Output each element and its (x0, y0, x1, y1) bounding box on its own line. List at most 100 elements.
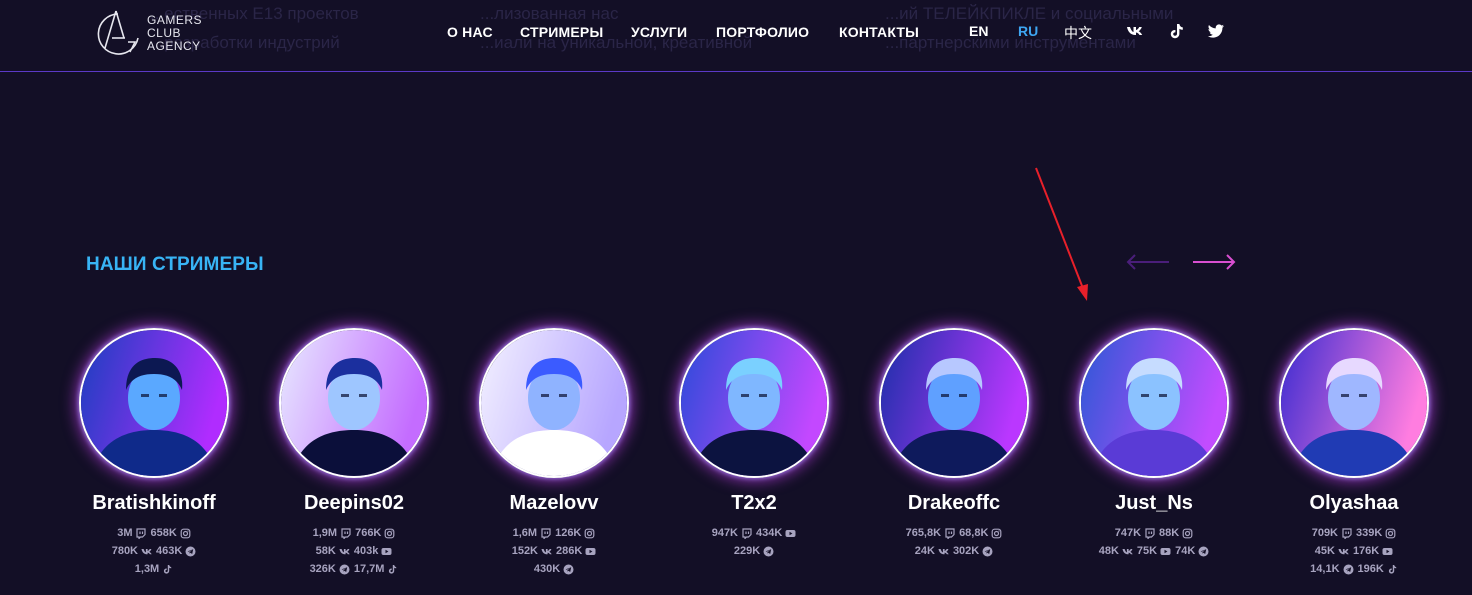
avatar[interactable] (679, 328, 829, 478)
telegram-icon[interactable] (1198, 546, 1209, 557)
stat-value: 339K (1356, 527, 1383, 539)
instagram-icon[interactable] (584, 528, 595, 539)
streamer-name[interactable]: Bratishkinoff (54, 492, 254, 515)
streamer-card[interactable]: T2x2 947K 434K 229K (654, 328, 854, 588)
vk-icon[interactable] (1122, 546, 1133, 557)
avatar[interactable] (1279, 328, 1429, 478)
avatar[interactable] (79, 328, 229, 478)
twitch-icon[interactable] (1144, 527, 1155, 539)
stat-row: 765,8K 68,8K (854, 524, 1054, 542)
streamer-stats: 1,9M 766K 58K 403k 326K 17,7M (254, 524, 454, 578)
youtube-icon[interactable] (1382, 546, 1393, 557)
lang-en[interactable]: EN (969, 23, 988, 39)
avatar[interactable] (1079, 328, 1229, 478)
stat-value: 126K (555, 527, 582, 539)
stat-value: 229K (733, 545, 761, 557)
stat-value: 434K (756, 527, 783, 539)
stat-item: 74K (1175, 545, 1209, 557)
avatar-photo-icon (281, 330, 427, 476)
tiktok-icon[interactable] (1387, 564, 1398, 575)
stat-item: 709K (1312, 527, 1352, 539)
tiktok-icon[interactable] (387, 564, 398, 575)
nav-portfolio[interactable]: ПОРТФОЛИО (716, 24, 809, 40)
twitch-icon[interactable] (540, 527, 551, 539)
streamer-stats: 947K 434K 229K (654, 524, 854, 560)
streamer-stats: 3M 658K 780K 463K 1,3M (54, 524, 254, 578)
stat-item: 403k (354, 545, 392, 557)
streamer-name[interactable]: Deepins02 (254, 492, 454, 515)
tiktok-icon[interactable] (1166, 21, 1186, 41)
streamer-name[interactable]: Mazelovv (454, 492, 654, 515)
vk-icon[interactable] (1125, 21, 1145, 41)
youtube-icon[interactable] (585, 546, 596, 557)
streamer-name[interactable]: Olyashaa (1254, 492, 1454, 515)
avatar[interactable] (479, 328, 629, 478)
logo[interactable]: GAMERS CLUB AGENCY (92, 8, 202, 58)
stat-row: 747K 88K (1054, 524, 1254, 542)
twitch-icon[interactable] (135, 527, 147, 539)
twitch-icon[interactable] (741, 527, 752, 539)
youtube-icon[interactable] (1160, 546, 1171, 557)
stat-item: 45K (1315, 545, 1349, 557)
instagram-icon[interactable] (384, 528, 395, 539)
twitter-icon[interactable] (1206, 21, 1226, 41)
stat-row: 229K (654, 542, 854, 560)
streamer-card[interactable]: Deepins02 1,9M 766K 58K 403k 326K 17,7M (254, 328, 454, 588)
stat-row: 780K 463K (54, 542, 254, 560)
instagram-icon[interactable] (180, 528, 191, 539)
arrow-left-icon[interactable] (1125, 250, 1171, 274)
instagram-icon[interactable] (1385, 528, 1396, 539)
vk-icon[interactable] (141, 546, 152, 557)
telegram-icon[interactable] (339, 564, 350, 575)
twitch-icon[interactable] (1341, 527, 1352, 539)
telegram-icon[interactable] (185, 546, 196, 557)
telegram-icon[interactable] (982, 546, 993, 557)
instagram-icon[interactable] (991, 528, 1002, 539)
youtube-icon[interactable] (381, 546, 392, 557)
nav-services[interactable]: УСЛУГИ (631, 24, 687, 40)
stat-value: 430K (533, 563, 561, 575)
lang-zh[interactable]: 中文 (1064, 23, 1092, 43)
youtube-icon[interactable] (785, 528, 796, 539)
stat-row: 14,1K 196K (1254, 560, 1454, 578)
stat-item: 196K (1358, 563, 1398, 575)
vk-icon[interactable] (938, 546, 949, 557)
avatar[interactable] (279, 328, 429, 478)
streamer-name[interactable]: Just_Ns (1054, 492, 1254, 515)
telegram-icon[interactable] (563, 564, 574, 575)
stat-value: 1,6M (512, 527, 538, 539)
avatar-photo-icon (81, 330, 227, 476)
lang-ru[interactable]: RU (1018, 23, 1038, 39)
vk-icon[interactable] (1338, 546, 1349, 557)
stat-value: 947K (711, 527, 738, 539)
nav-about[interactable]: О НАС (447, 24, 493, 40)
twitch-icon[interactable] (944, 527, 955, 539)
streamer-name[interactable]: T2x2 (654, 492, 854, 515)
nav-contacts[interactable]: КОНТАКТЫ (839, 24, 919, 40)
telegram-icon[interactable] (763, 546, 774, 557)
avatar-photo-icon (881, 330, 1027, 476)
streamer-card[interactable]: Drakeoffc 765,8K 68,8K 24K 302K (854, 328, 1054, 588)
background-text: ...лизованная нас (480, 4, 619, 23)
telegram-icon[interactable] (1343, 564, 1354, 575)
stat-item: 3M (117, 527, 147, 539)
nav-streamers[interactable]: СТРИМЕРЫ (520, 24, 603, 40)
stat-row: 3M 658K (54, 524, 254, 542)
stat-row: 48K 75K 74K (1054, 542, 1254, 560)
streamer-name[interactable]: Drakeoffc (854, 492, 1054, 515)
streamer-card[interactable]: Olyashaa 709K 339K 45K 176K 14,1K 196K (1254, 328, 1454, 588)
stat-value: 747K (1114, 527, 1142, 539)
vk-icon[interactable] (541, 546, 552, 557)
tiktok-icon[interactable] (162, 564, 173, 575)
twitch-icon[interactable] (340, 527, 351, 539)
instagram-icon[interactable] (1182, 528, 1193, 539)
arrow-right-icon[interactable] (1191, 250, 1237, 274)
vk-icon[interactable] (339, 546, 350, 557)
avatar[interactable] (879, 328, 1029, 478)
streamer-card[interactable]: Bratishkinoff 3M 658K 780K 463K 1,3M (54, 328, 254, 588)
streamer-card[interactable]: Just_Ns 747K 88K 48K 75K 74K (1054, 328, 1254, 588)
top-navigation-bar: ...ественных E13 проектов ...разработки … (0, 0, 1472, 72)
stat-item: 780K (112, 545, 152, 557)
stat-value: 766K (355, 527, 382, 539)
streamer-card[interactable]: Mazelovv 1,6M 126K 152K 286K 430K (454, 328, 654, 588)
